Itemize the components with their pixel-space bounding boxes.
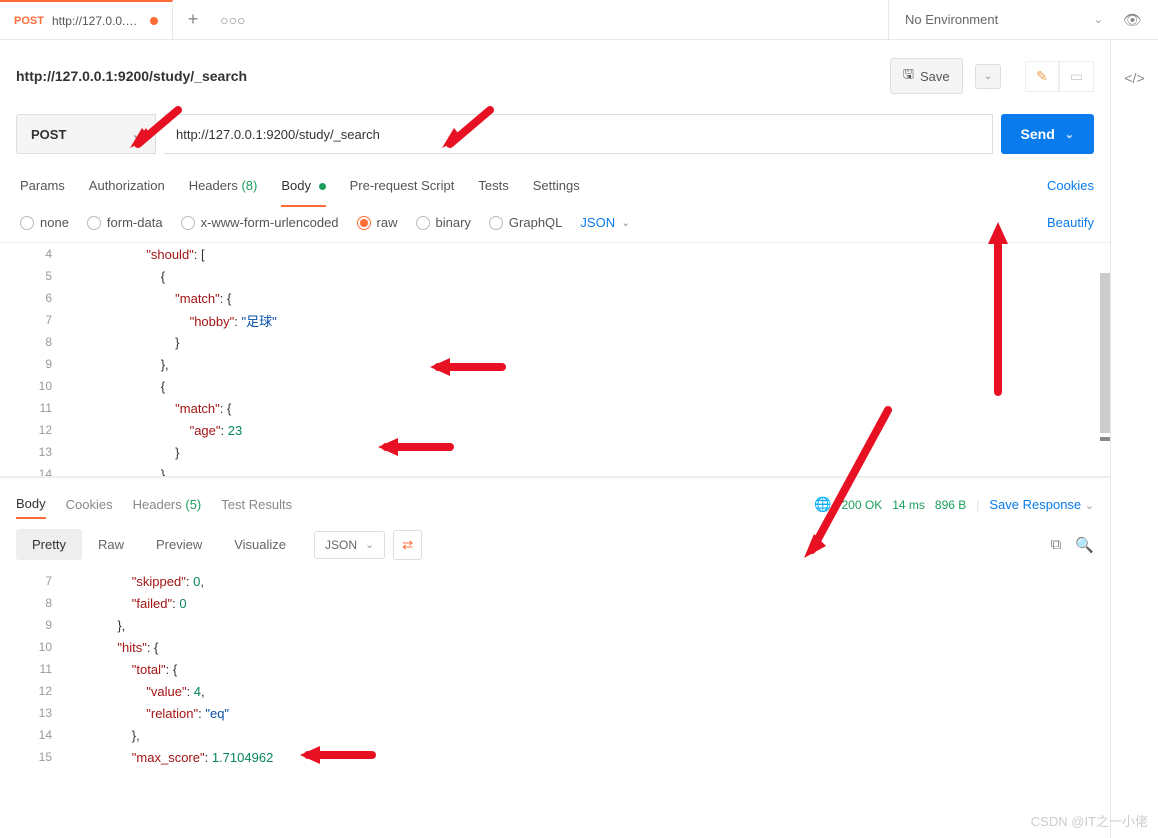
request-tab[interactable]: POST http://127.0.0.1:9... (0, 0, 173, 39)
request-body-editor[interactable]: 4 "should": [5 {6 "match": {7 "hobby": "… (0, 243, 1110, 477)
response-format-select[interactable]: JSON ⌄ (314, 531, 385, 559)
tab-params[interactable]: Params (20, 174, 65, 197)
scrollbar[interactable] (1100, 273, 1110, 433)
unsaved-dot-icon (150, 17, 158, 25)
save-button[interactable]: 🖫 Save (890, 58, 963, 94)
chevron-down-icon: ⌄ (1094, 13, 1103, 26)
save-dropdown[interactable]: ⌄ (975, 64, 1001, 89)
resp-tab-body[interactable]: Body (16, 490, 46, 519)
view-visualize[interactable]: Visualize (218, 529, 302, 560)
radio-formdata[interactable]: form-data (87, 215, 163, 230)
cookies-link[interactable]: Cookies (1047, 178, 1094, 193)
copy-icon[interactable]: ⧉ (1051, 536, 1062, 554)
chevron-down-icon: ⌄ (365, 538, 374, 551)
tab-prerequest[interactable]: Pre-request Script (350, 174, 455, 197)
tab-authorization[interactable]: Authorization (89, 174, 165, 197)
code-icon[interactable]: </> (1111, 70, 1158, 86)
radio-binary[interactable]: binary (416, 215, 471, 230)
radio-graphql[interactable]: GraphQL (489, 215, 562, 230)
chevron-down-icon: ⌄ (621, 216, 630, 229)
resp-tab-headers[interactable]: Headers (5) (133, 491, 202, 518)
tab-tests[interactable]: Tests (478, 174, 508, 197)
status-time: 14 ms (892, 498, 925, 512)
save-icon: 🖫 (903, 65, 914, 87)
send-button[interactable]: Send ⌄ (1001, 114, 1094, 154)
beautify-link[interactable]: Beautify (1047, 215, 1094, 230)
request-url-display: http://127.0.0.1:9200/study/_search (16, 68, 878, 84)
radio-raw[interactable]: raw (357, 215, 398, 230)
view-preview[interactable]: Preview (140, 529, 218, 560)
status-size: 896 B (935, 498, 966, 512)
view-raw[interactable]: Raw (82, 529, 140, 560)
resp-tab-testresults[interactable]: Test Results (221, 491, 292, 518)
watermark: CSDN @IT之一小佬 (1031, 811, 1148, 830)
tab-headers[interactable]: Headers (8) (189, 174, 258, 197)
view-pretty[interactable]: Pretty (16, 529, 82, 560)
save-response-link[interactable]: Save Response ⌄ (989, 497, 1094, 512)
comment-icon[interactable]: ▭ (1059, 61, 1094, 92)
tab-body[interactable]: Body (281, 174, 325, 197)
add-tab-button[interactable]: + (173, 0, 213, 39)
tab-method: POST (14, 15, 44, 27)
more-tabs-button[interactable]: ○○○ (213, 0, 253, 39)
radio-none[interactable]: none (20, 215, 69, 230)
status-code: 200 OK (842, 498, 883, 512)
active-dot-icon (319, 183, 326, 190)
method-select[interactable]: POST ⌄ (16, 114, 156, 154)
radio-urlencoded[interactable]: x-www-form-urlencoded (181, 215, 339, 230)
url-input[interactable] (164, 114, 993, 154)
environment-select[interactable]: No Environment (905, 12, 1082, 27)
tab-settings[interactable]: Settings (533, 174, 580, 197)
wrap-lines-button[interactable]: ⇄ (393, 530, 422, 560)
search-icon[interactable]: 🔍 (1075, 536, 1094, 554)
body-format-select[interactable]: JSON ⌄ (580, 215, 630, 230)
edit-icon[interactable]: ✎ (1025, 61, 1059, 92)
eye-icon[interactable]: 👁 (1123, 11, 1142, 29)
response-body-viewer[interactable]: 7 "skipped": 0,8 "failed": 09 },10 "hits… (0, 570, 1110, 768)
chevron-down-icon: ⌄ (132, 128, 141, 141)
chevron-down-icon: ⌄ (1065, 128, 1074, 141)
globe-icon[interactable]: 🌐 (814, 496, 831, 513)
right-rail: </> (1110, 40, 1158, 838)
tab-title: http://127.0.0.1:9... (52, 14, 142, 28)
resp-tab-cookies[interactable]: Cookies (66, 491, 113, 518)
